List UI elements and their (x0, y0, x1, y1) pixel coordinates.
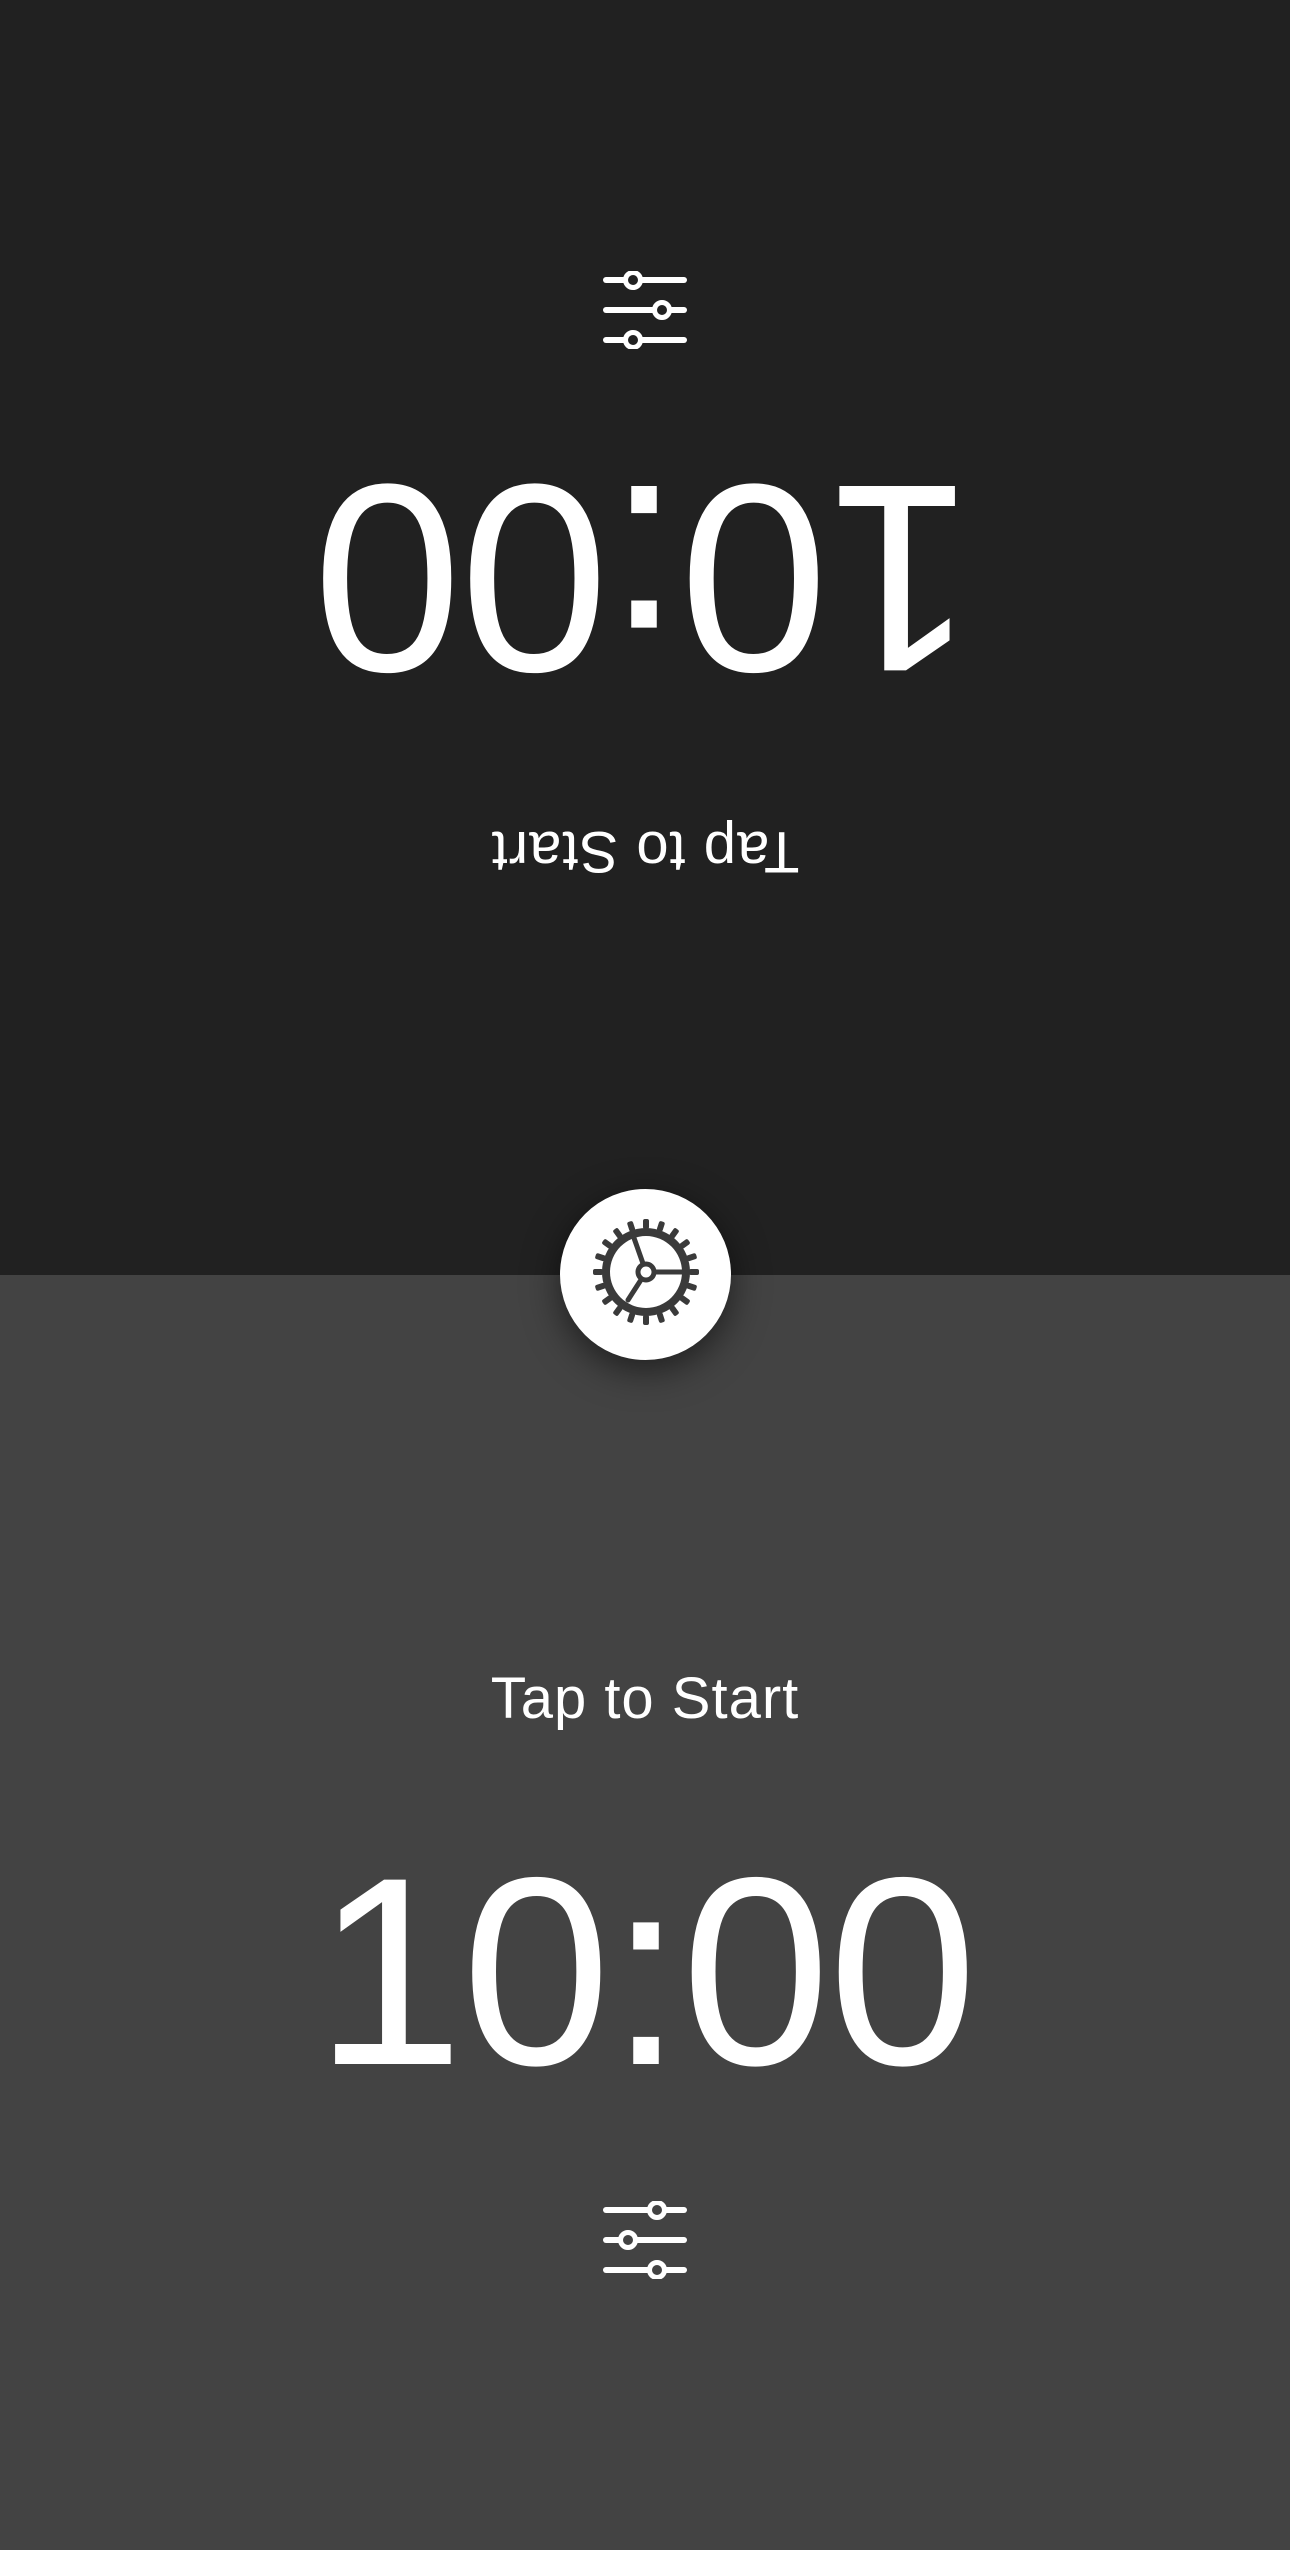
top-player-time: 10:00 (314, 429, 976, 729)
center-settings-button[interactable] (560, 1189, 731, 1360)
bottom-player-status-label: Tap to Start (490, 1666, 800, 1731)
sliders-icon (601, 2199, 689, 2284)
top-player-panel[interactable]: Tap to Start 10:00 (0, 0, 1290, 1275)
top-player-status-label: Tap to Start (490, 819, 800, 884)
steering-wheel-icon (592, 1218, 700, 1331)
bottom-player-panel[interactable]: Tap to Start 10:00 (0, 1275, 1290, 2550)
bottom-player-settings-button[interactable] (595, 2197, 695, 2287)
sliders-icon (601, 267, 689, 351)
chess-clock-app: Tap to Start 10:00 Tap to Start 10:00 (0, 0, 1290, 2550)
bottom-player-time: 10:00 (314, 1821, 978, 2121)
top-player-settings-button[interactable] (595, 263, 695, 353)
